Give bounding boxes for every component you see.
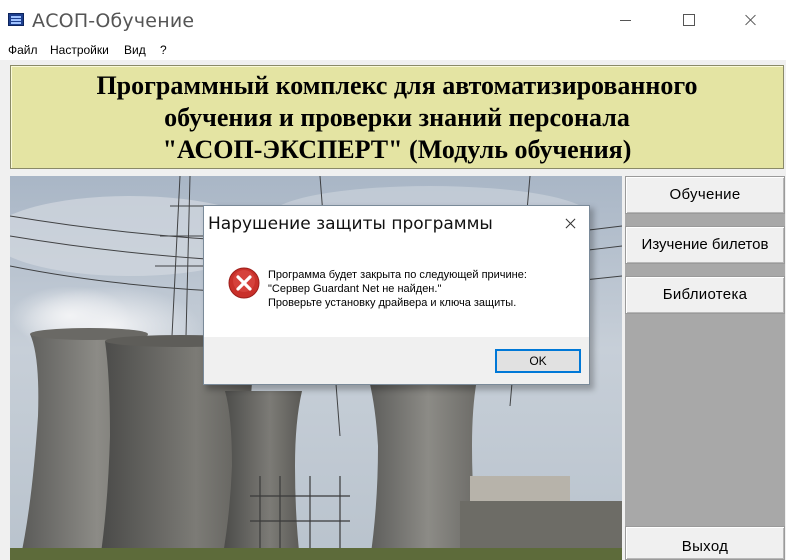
exit-button[interactable]: Выход [625,526,785,560]
app-icon[interactable] [8,13,24,26]
protection-error-dialog: Нарушение защиты программы Программа буд… [203,205,590,385]
minimize-button[interactable] [602,0,648,40]
error-icon [228,267,260,299]
menu-file[interactable]: Файл [8,43,38,57]
maximize-button[interactable] [664,0,710,40]
dialog-close-icon[interactable] [556,210,586,238]
menu-help[interactable]: ? [160,43,167,57]
training-button[interactable]: Обучение [625,176,785,214]
program-title-line-2: обучения и проверки знаний персонала [164,103,630,132]
close-window-button[interactable] [727,0,773,40]
dialog-footer: OK [204,337,589,384]
dialog-message-line-3: Проверьте установку драйвера и ключа защ… [268,297,517,309]
dialog-message-line-1: Программа будет закрыта по следующей при… [268,269,527,281]
program-title: Программный комплекс для автоматизирован… [11,70,783,166]
library-button[interactable]: Библиотека [625,276,785,314]
header-banner: Программный комплекс для автоматизирован… [10,65,784,169]
ok-button[interactable]: OK [495,349,581,373]
menu-settings[interactable]: Настройки [50,43,109,57]
title-bar: АСОП-Обучение [0,0,786,40]
program-title-line-1: Программный комплекс для автоматизирован… [96,71,698,100]
dialog-title: Нарушение защиты программы [208,214,493,234]
menu-bar: Файл Настройки Вид ? [0,40,786,60]
study-tickets-button[interactable]: Изучение билетов [625,226,785,264]
window-title: АСОП-Обучение [32,10,195,32]
menu-view[interactable]: Вид [124,43,146,57]
dialog-message-line-2: "Сервер Guardant Net не найден." [268,283,442,295]
dialog-message: Программа будет закрыта по следующей при… [268,268,527,310]
program-title-line-3: "АСОП-ЭКСПЕРТ" (Модуль обучения) [162,135,632,164]
